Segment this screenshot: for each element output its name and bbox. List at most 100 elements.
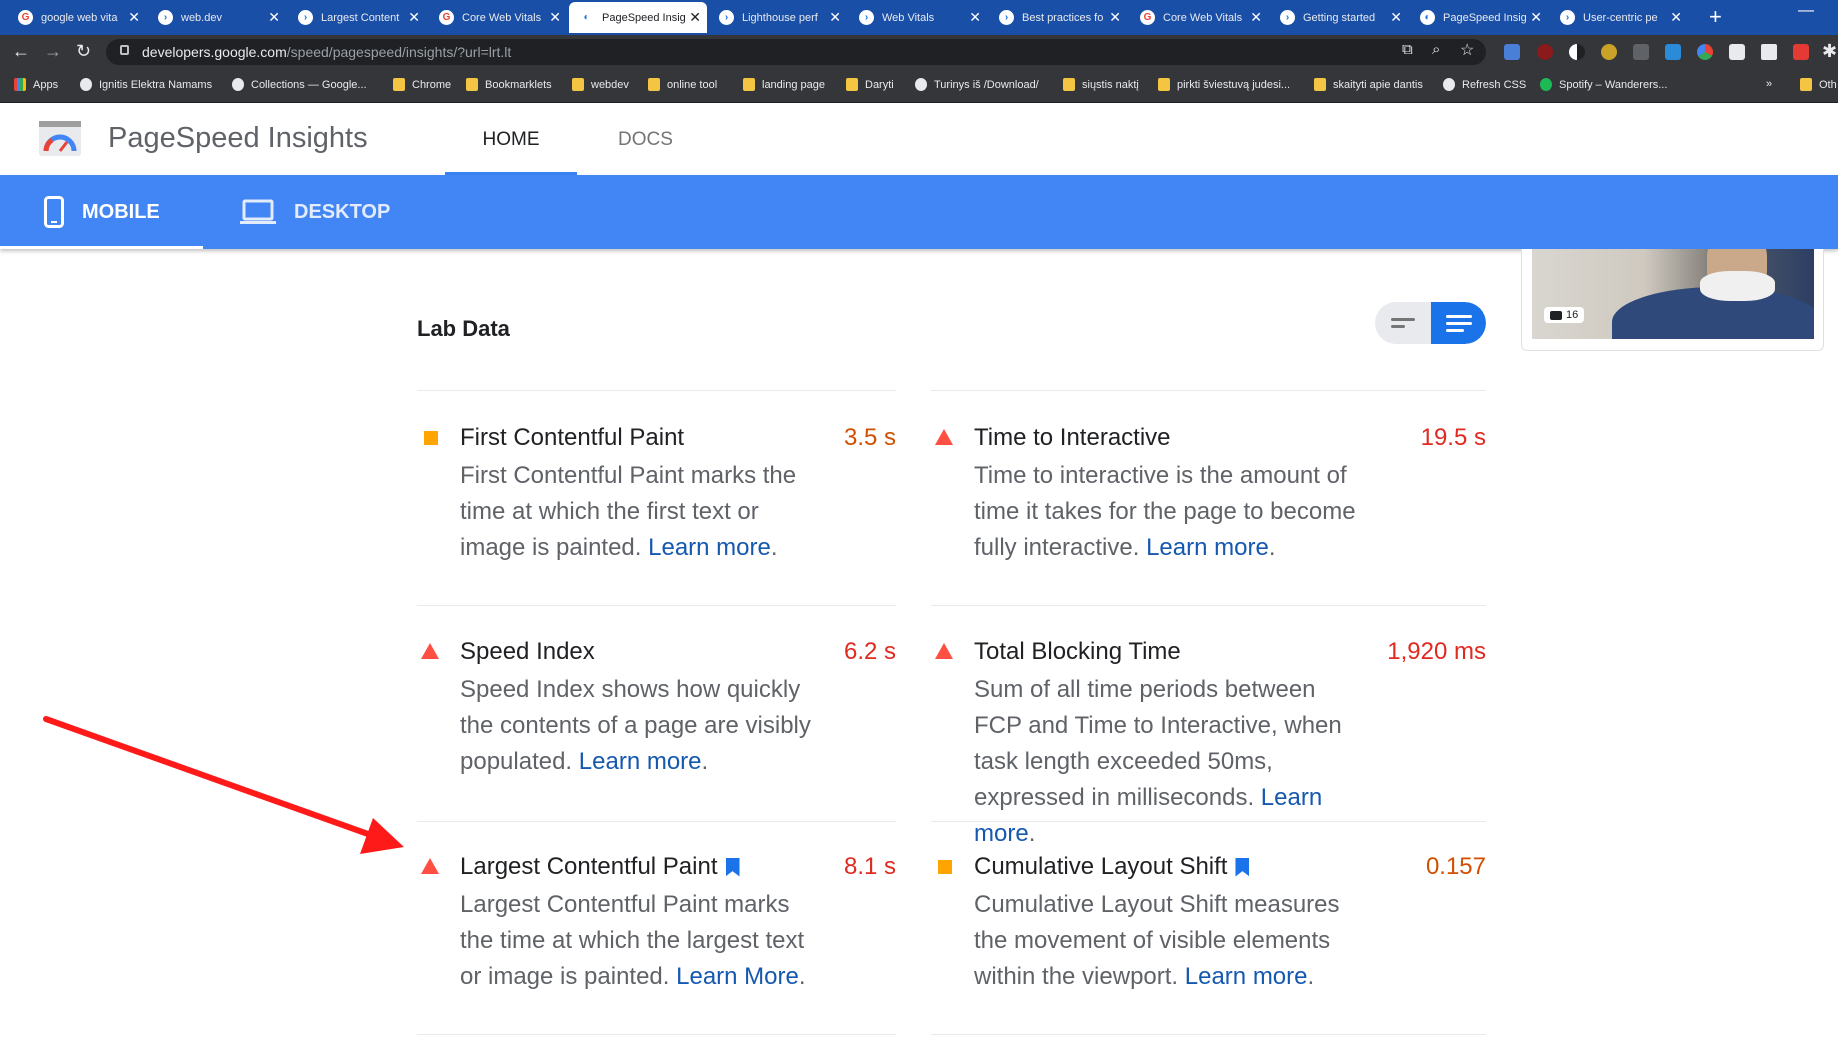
dark-mode-extension-icon[interactable] xyxy=(1569,44,1585,60)
browser-tab[interactable]: › Best practices fo ✕ xyxy=(989,2,1127,33)
laptop-icon xyxy=(240,199,276,224)
page-screenshot-image[interactable]: 16 xyxy=(1532,249,1814,339)
close-tab-icon[interactable]: ✕ xyxy=(689,9,701,26)
bookmark-label: siųstis naktį xyxy=(1082,78,1139,91)
bookmark-item[interactable]: landing page xyxy=(743,78,825,91)
bookmark-label: Collections — Google... xyxy=(251,78,367,91)
close-tab-icon[interactable]: ✕ xyxy=(408,9,420,26)
tab-desktop[interactable]: DESKTOP xyxy=(240,175,390,249)
screenshot-thumbnail-card[interactable]: 16 xyxy=(1521,249,1824,351)
forward-icon[interactable]: → xyxy=(44,41,62,62)
close-tab-icon[interactable]: ✕ xyxy=(969,9,981,26)
divider xyxy=(417,390,896,391)
bookmark-item[interactable]: Bookmarklets xyxy=(466,78,552,91)
camera-icon xyxy=(1550,310,1562,320)
bookmark-item[interactable]: Collections — Google... xyxy=(232,78,367,91)
view-toggle[interactable] xyxy=(1375,302,1486,344)
bookmark-item[interactable]: » xyxy=(1766,78,1772,90)
reload-icon[interactable]: ↻ xyxy=(76,41,91,62)
tab-mobile[interactable]: MOBILE xyxy=(0,175,203,249)
bookmark-item[interactable]: Spotify – Wanderers... xyxy=(1540,78,1667,91)
bookmark-label: pirkti šviestuvą judesi... xyxy=(1177,78,1291,91)
browser-tab[interactable]: ◐ PageSpeed Insig ✕ xyxy=(569,2,707,33)
bookmark-item[interactable]: online tool xyxy=(648,78,717,91)
learn-more-link[interactable]: Learn More xyxy=(676,963,799,990)
metric-title: Time to Interactive xyxy=(974,424,1171,452)
webdev-icon: › xyxy=(298,10,313,25)
bookmark-item[interactable]: webdev xyxy=(572,78,629,91)
bookmark-label: online tool xyxy=(667,78,718,91)
bookmark-item[interactable]: Daryti xyxy=(846,78,894,91)
nav-tab-docs[interactable]: DOCS xyxy=(618,129,673,151)
extension-icon[interactable] xyxy=(1633,44,1649,60)
learn-more-link[interactable]: Learn more xyxy=(1185,963,1308,990)
puzzle-icon[interactable]: ✱ xyxy=(1822,41,1837,62)
window-minimize-button[interactable]: — xyxy=(1798,2,1814,20)
metric-title-text: First Contentful Paint xyxy=(460,424,685,451)
expanded-view-icon[interactable] xyxy=(1431,302,1486,344)
extension-icon[interactable] xyxy=(1761,44,1777,60)
browser-tab[interactable]: ◐ PageSpeed Insig ✕ xyxy=(1410,2,1548,33)
bookmark-item[interactable]: Chrome xyxy=(393,78,451,91)
bookmarks-bar: Apps Ignitis Elektra Namams Collections — … xyxy=(0,69,1838,103)
browser-tab[interactable]: G Core Web Vitals ✕ xyxy=(1130,2,1268,33)
tab-title: PageSpeed Insig xyxy=(1443,11,1527,24)
bookmark-label: Daryti xyxy=(865,78,894,91)
bookmark-item[interactable]: Apps xyxy=(14,78,58,91)
browser-tab[interactable]: › Web Vitals ✕ xyxy=(849,2,987,33)
url-text[interactable]: developers.google.com/speed/pagespeed/in… xyxy=(142,44,511,60)
close-tab-icon[interactable]: ✕ xyxy=(549,9,561,26)
bookmark-item[interactable]: Refresh CSS xyxy=(1443,78,1526,91)
extension-icon[interactable] xyxy=(1729,44,1745,60)
bookmark-item[interactable]: siųstis naktį xyxy=(1063,78,1139,91)
tab-title: Best practices fo xyxy=(1022,11,1104,24)
pagespeed-icon: ◐ xyxy=(579,10,594,25)
back-icon[interactable]: ← xyxy=(12,41,30,62)
close-tab-icon[interactable]: ✕ xyxy=(1390,9,1402,26)
bookmark-item[interactable]: Ignitis Elektra Namams xyxy=(80,78,212,91)
average-square-icon xyxy=(938,860,952,874)
extension-icon[interactable] xyxy=(1697,44,1713,60)
address-bar[interactable]: developers.google.com/speed/pagespeed/in… xyxy=(106,39,1486,65)
extension-icon[interactable] xyxy=(1665,44,1681,60)
bookmark-icon xyxy=(1443,78,1455,91)
metric-value: 3.5 s xyxy=(843,424,896,451)
bookmark-item[interactable]: Turinys iš /Download/ xyxy=(915,78,1039,91)
learn-more-link[interactable]: Learn more xyxy=(648,534,771,561)
open-external-icon[interactable]: ⧉ xyxy=(1402,41,1413,58)
tab-title: Getting started xyxy=(1303,11,1376,24)
bookmark-item[interactable]: pirkti šviestuvą judesi... xyxy=(1158,78,1290,91)
bookmark-item[interactable]: skaityti apie dantis xyxy=(1314,78,1423,91)
nav-tab-home[interactable]: HOME xyxy=(445,129,577,151)
close-tab-icon[interactable]: ✕ xyxy=(1250,9,1262,26)
close-tab-icon[interactable]: ✕ xyxy=(1109,9,1121,26)
browser-tab[interactable]: › Largest Content ✕ xyxy=(288,2,426,33)
close-tab-icon[interactable]: ✕ xyxy=(1670,9,1682,26)
fail-triangle-icon xyxy=(935,429,953,445)
bookmark-item[interactable]: Oth xyxy=(1800,78,1837,91)
browser-tab[interactable]: › Getting started ✕ xyxy=(1270,2,1408,33)
zoom-icon[interactable]: ⌕ xyxy=(1432,41,1440,58)
browser-tab[interactable]: › User-centric pe ✕ xyxy=(1550,2,1688,33)
extension-icon[interactable] xyxy=(1793,44,1809,60)
divider xyxy=(931,1034,1486,1035)
close-tab-icon[interactable]: ✕ xyxy=(268,9,280,26)
extension-icon[interactable] xyxy=(1601,44,1617,60)
new-tab-button[interactable]: + xyxy=(1709,4,1722,30)
close-tab-icon[interactable]: ✕ xyxy=(829,9,841,26)
close-tab-icon[interactable]: ✕ xyxy=(128,9,140,26)
ublock-extension-icon[interactable] xyxy=(1537,44,1553,60)
browser-tab[interactable]: Ggoogle web vita ✕ xyxy=(8,2,146,33)
browser-tab[interactable]: › Lighthouse perf ✕ xyxy=(709,2,847,33)
collapsed-view-icon[interactable] xyxy=(1375,302,1430,344)
learn-more-link[interactable]: Learn more xyxy=(1146,534,1269,561)
bookmark-star-icon[interactable]: ☆ xyxy=(1460,40,1474,60)
bookmark-label: Oth xyxy=(1819,78,1837,91)
translate-extension-icon[interactable] xyxy=(1504,44,1520,60)
metric-card: Time to Interactive 19.5 s Time to interac… xyxy=(931,424,1486,604)
browser-tab[interactable]: G Core Web Vitals ✕ xyxy=(429,2,567,33)
close-tab-icon[interactable]: ✕ xyxy=(1530,9,1542,26)
learn-more-link[interactable]: Learn more xyxy=(579,748,702,775)
browser-tab[interactable]: › web.dev ✕ xyxy=(148,2,286,33)
core-web-vital-bookmark-icon xyxy=(1235,857,1250,877)
